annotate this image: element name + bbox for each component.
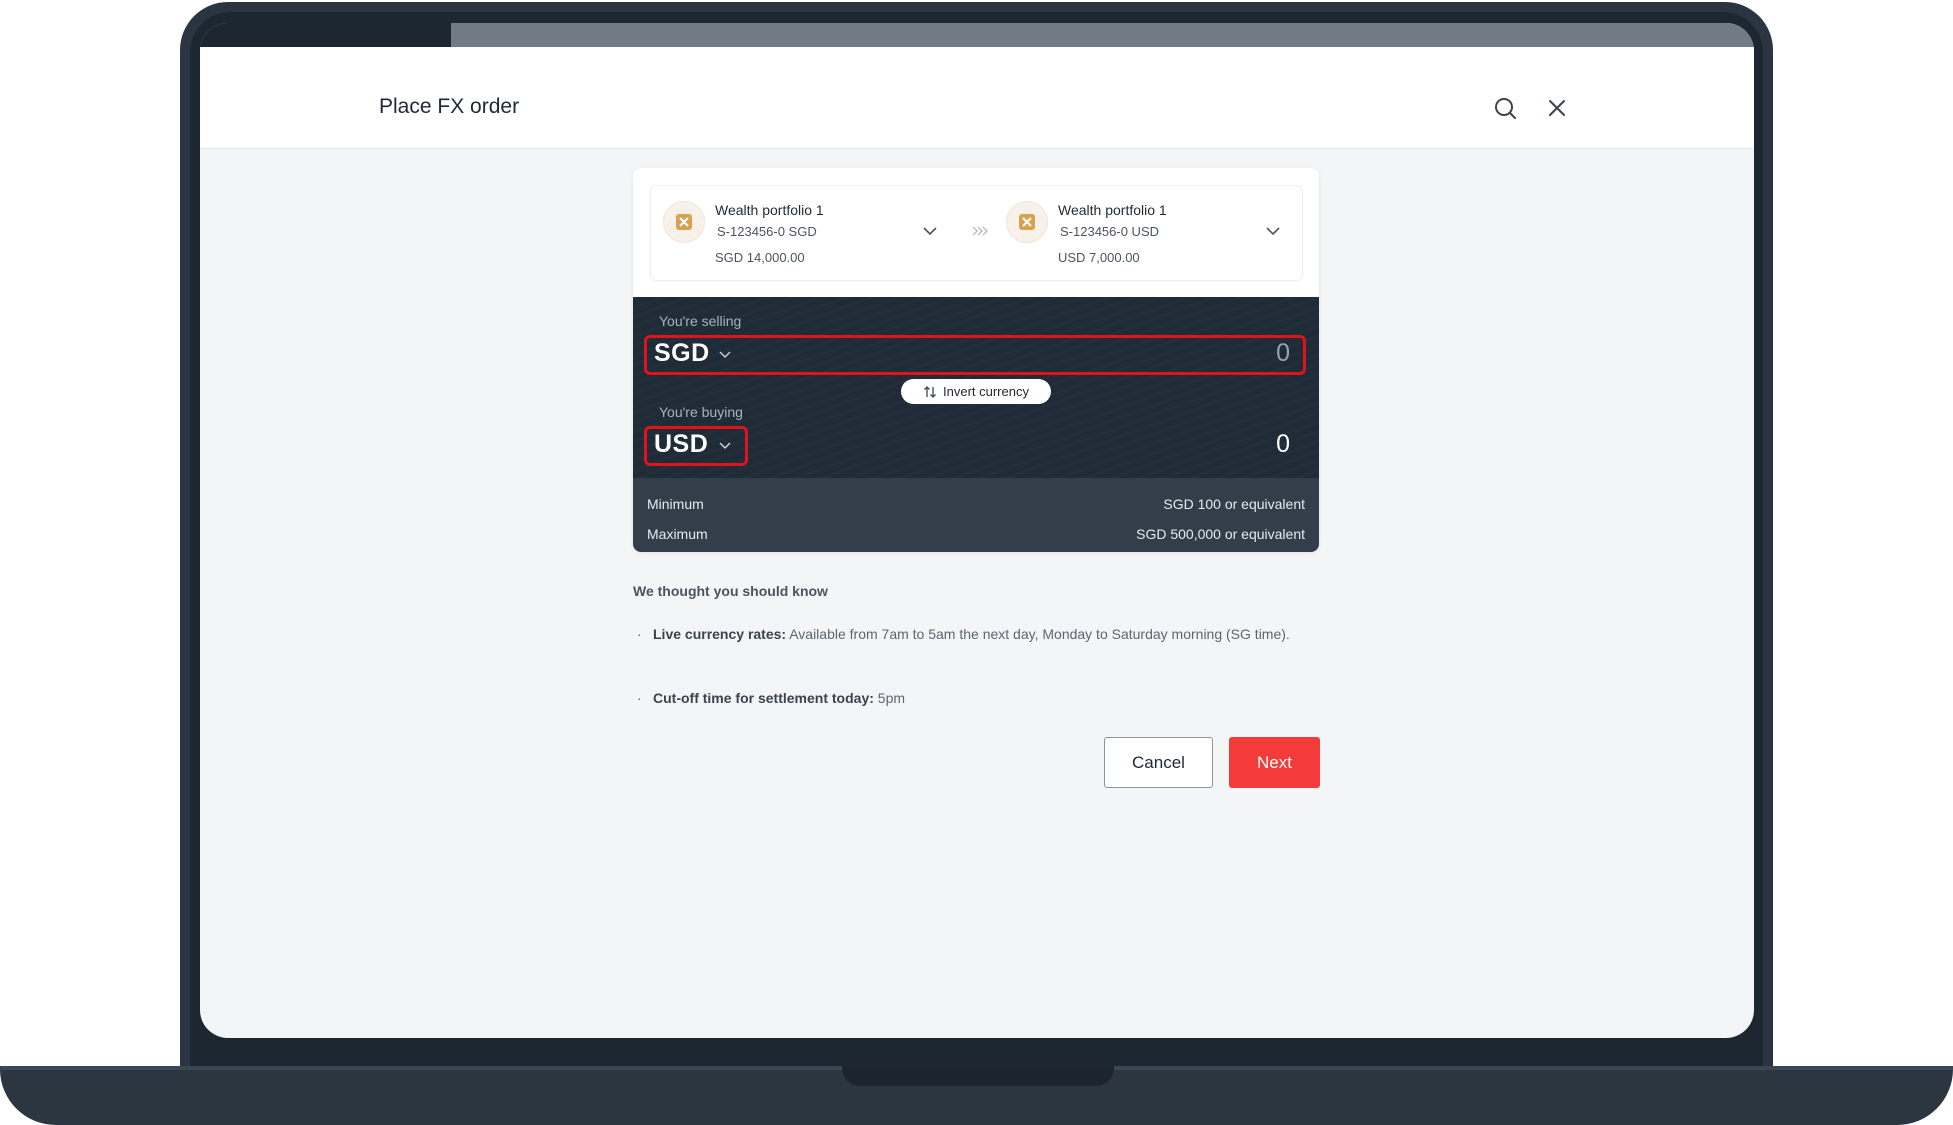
info-item-heading: Live currency rates: — [653, 626, 787, 642]
maximum-value: SGD 500,000 or equivalent — [1136, 526, 1305, 542]
next-button[interactable]: Next — [1229, 737, 1320, 788]
progress-bar-fill — [200, 23, 451, 47]
limits-panel: Minimum SGD 100 or equivalent Maximum SG… — [633, 478, 1319, 552]
selling-row: SGD 0 — [644, 335, 1306, 375]
info-item-text: 5pm — [873, 690, 906, 706]
app-screen: Place FX order Wealth portfolio 1 S-1234… — [200, 23, 1754, 1038]
maximum-row: Maximum SGD 500,000 or equivalent — [647, 526, 1305, 542]
info-item-heading: Cut-off time for settlement today: — [653, 690, 874, 706]
portfolio-logo-icon — [1006, 201, 1048, 243]
from-account-number: S-123456-0 SGD — [717, 224, 817, 239]
buying-amount-input[interactable]: 0 — [1276, 430, 1290, 459]
bullet-dot: · — [637, 626, 642, 642]
selling-highlight — [644, 335, 1306, 375]
search-icon[interactable] — [1492, 95, 1518, 121]
portfolio-logo-icon — [663, 201, 705, 243]
account-selector: Wealth portfolio 1 S-123456-0 SGD SGD 14… — [650, 185, 1303, 281]
info-title: We thought you should know — [633, 583, 828, 599]
from-account-dropdown[interactable]: Wealth portfolio 1 S-123456-0 SGD SGD 14… — [651, 186, 961, 280]
minimum-value: SGD 100 or equivalent — [1163, 496, 1305, 512]
buying-label: You're buying — [659, 404, 743, 420]
fx-order-card: Wealth portfolio 1 S-123456-0 SGD SGD 14… — [633, 168, 1319, 552]
cancel-button[interactable]: Cancel — [1104, 737, 1213, 788]
chevron-down-icon — [1266, 227, 1280, 236]
close-icon[interactable] — [1544, 95, 1570, 121]
swap-icon — [924, 385, 936, 398]
buying-currency-select[interactable]: USD — [654, 430, 731, 460]
minimum-label: Minimum — [647, 496, 704, 512]
chevron-down-icon — [719, 351, 731, 359]
bullet-dot: · — [637, 690, 642, 706]
info-item: · Live currency rates: Available from 7a… — [637, 623, 1302, 645]
from-account-balance: SGD 14,000.00 — [715, 250, 805, 265]
selling-currency-select[interactable]: SGD — [654, 339, 731, 369]
page-title: Place FX order — [379, 95, 520, 118]
selling-amount-input[interactable]: 0 — [1276, 339, 1290, 368]
invert-currency-label: Invert currency — [943, 384, 1029, 399]
invert-currency-button[interactable]: Invert currency — [901, 379, 1051, 404]
to-account-number: S-123456-0 USD — [1060, 224, 1159, 239]
to-account-balance: USD 7,000.00 — [1058, 250, 1140, 265]
buying-row: USD 0 — [644, 426, 1306, 466]
buying-currency-code: USD — [654, 430, 709, 458]
laptop-notch — [842, 1066, 1114, 1086]
chevron-down-icon — [719, 442, 731, 450]
chevron-down-icon — [923, 227, 937, 236]
transfer-arrows-icon — [972, 226, 988, 236]
selling-label: You're selling — [659, 313, 742, 329]
to-account-dropdown[interactable]: Wealth portfolio 1 S-123456-0 USD USD 7,… — [994, 186, 1304, 280]
fx-exchange-panel: You're selling SGD 0 Invert currency You… — [633, 297, 1319, 478]
from-account-name: Wealth portfolio 1 — [715, 202, 824, 218]
info-item-text: Available from 7am to 5am the next day, … — [786, 626, 1290, 642]
minimum-row: Minimum SGD 100 or equivalent — [647, 496, 1305, 512]
progress-bar — [200, 23, 1754, 47]
maximum-label: Maximum — [647, 526, 708, 542]
modal-header: Place FX order — [200, 47, 1754, 149]
selling-currency-code: SGD — [654, 339, 710, 367]
info-item: · Cut-off time for settlement today: 5pm — [637, 687, 1302, 709]
to-account-name: Wealth portfolio 1 — [1058, 202, 1167, 218]
